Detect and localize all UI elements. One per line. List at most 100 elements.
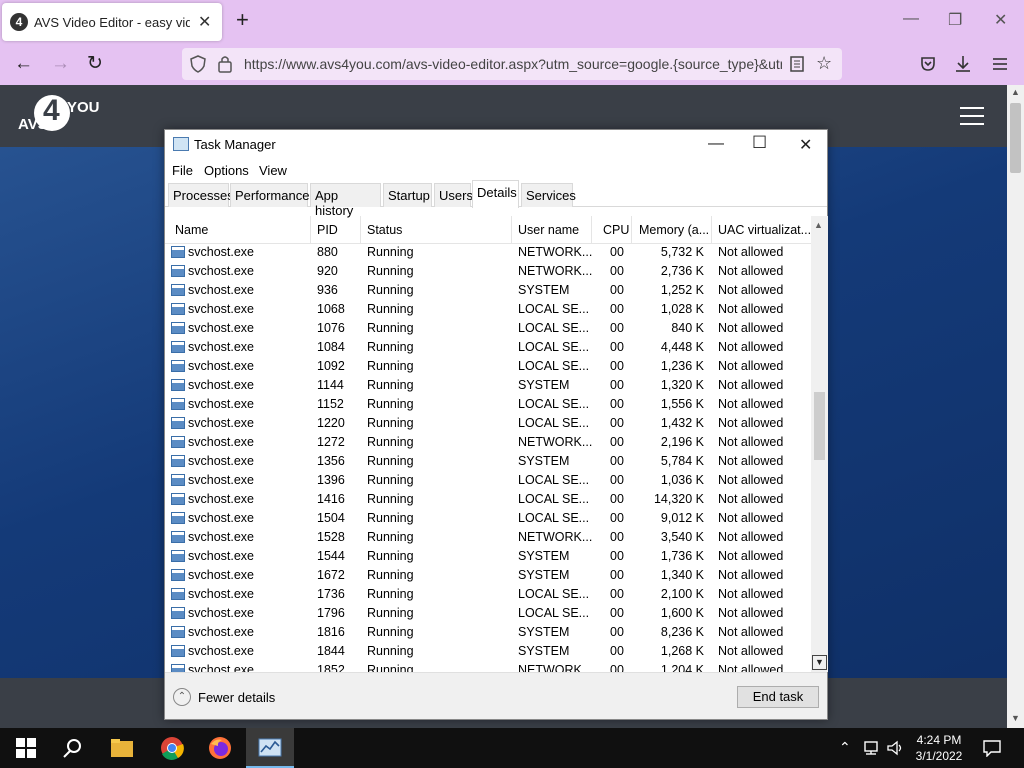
back-icon[interactable]: ← [14, 54, 33, 74]
cell-status: Running [367, 378, 414, 392]
close-window-icon[interactable]: ✕ [994, 10, 1007, 30]
table-row[interactable]: svchost.exe 1736 Running LOCAL SE... 00 2,100… [165, 585, 811, 604]
taskbar-clock[interactable]: 4:24 PM 3/1/2022 [915, 732, 963, 764]
tab-details[interactable]: Details [472, 180, 519, 208]
cell-cpu: 00 [610, 245, 624, 259]
chrome-icon[interactable] [160, 736, 184, 760]
page-scrollbar[interactable]: ▲ ▼ [1007, 85, 1024, 728]
notification-icon[interactable] [983, 739, 1001, 757]
table-row[interactable]: svchost.exe 1528 Running NETWORK... 00 3,540 … [165, 528, 811, 547]
col-name[interactable]: Name [175, 223, 208, 237]
tab-close-icon[interactable]: ✕ [198, 12, 211, 32]
table-row[interactable]: svchost.exe 1144 Running SYSTEM 00 1,320 K Not… [165, 376, 811, 395]
avs4you-logo[interactable]: 4 AVS YOU [18, 94, 100, 139]
volume-icon[interactable] [886, 740, 904, 756]
col-pid[interactable]: PID [317, 223, 338, 237]
col-memory[interactable]: Memory (a... [639, 223, 709, 237]
table-row[interactable]: svchost.exe 1852 Running NETWORK... 00 1,204 … [165, 661, 811, 672]
shield-icon[interactable] [190, 55, 206, 73]
cell-name: svchost.exe [188, 302, 255, 316]
lock-icon[interactable] [218, 55, 232, 73]
task-manager-titlebar[interactable]: Task Manager — ☐ ✕ [165, 130, 827, 160]
tab-processes[interactable]: Processes [168, 183, 234, 207]
table-scroll-down-icon[interactable]: ▼ [812, 655, 827, 670]
table-row[interactable]: svchost.exe 1076 Running LOCAL SE... 00 840 K… [165, 319, 811, 338]
network-icon[interactable] [862, 740, 880, 756]
url-text[interactable]: https://www.avs4you.com/avs-video-editor… [244, 56, 782, 72]
menu-options[interactable]: Options [204, 163, 249, 178]
col-cpu[interactable]: CPU [603, 223, 629, 237]
forward-icon[interactable]: → [51, 54, 70, 74]
menu-icon[interactable] [992, 57, 1008, 71]
cell-name: svchost.exe [188, 492, 255, 506]
cell-memory: 1,028 K [660, 302, 704, 316]
cell-cpu: 00 [610, 302, 624, 316]
table-row[interactable]: svchost.exe 1356 Running SYSTEM 00 5,784 K Not… [165, 452, 811, 471]
tm-minimize-icon[interactable]: — [708, 135, 724, 153]
reload-icon[interactable]: ↻ [87, 54, 103, 74]
cell-name: svchost.exe [188, 283, 255, 297]
table-row[interactable]: svchost.exe 1396 Running LOCAL SE... 00 1,036… [165, 471, 811, 490]
windows-start-icon[interactable] [14, 736, 38, 760]
menu-file[interactable]: File [172, 163, 193, 178]
chevron-up-icon[interactable]: ⌃ [173, 688, 191, 706]
cell-uac: Not allowed [718, 302, 784, 316]
table-row[interactable]: svchost.exe 1544 Running SYSTEM 00 1,736 K Not… [165, 547, 811, 566]
reader-icon[interactable] [790, 56, 804, 72]
table-row[interactable]: svchost.exe 1092 Running LOCAL SE... 00 1,236… [165, 357, 811, 376]
table-row[interactable]: svchost.exe 1844 Running SYSTEM 00 1,268 K Not… [165, 642, 811, 661]
table-row[interactable]: svchost.exe 1068 Running LOCAL SE... 00 1,028… [165, 300, 811, 319]
col-user-name[interactable]: User name [518, 223, 579, 237]
firefox-icon[interactable] [208, 736, 232, 760]
tray-chevron-icon[interactable]: ⌃ [839, 739, 851, 756]
fewer-details-link[interactable]: Fewer details [198, 690, 275, 705]
minimize-icon[interactable]: — [903, 10, 919, 28]
table-row[interactable]: svchost.exe 1504 Running LOCAL SE... 00 9,012… [165, 509, 811, 528]
table-row[interactable]: svchost.exe 1816 Running SYSTEM 00 8,236 K Not… [165, 623, 811, 642]
scroll-down-icon[interactable]: ▼ [1011, 713, 1020, 723]
table-row[interactable]: svchost.exe 1416 Running LOCAL SE... 00 14,32… [165, 490, 811, 509]
cell-cpu: 00 [610, 378, 624, 392]
search-icon[interactable] [61, 736, 85, 760]
table-row[interactable]: svchost.exe 1220 Running LOCAL SE... 00 1,432… [165, 414, 811, 433]
page-scroll-thumb[interactable] [1010, 103, 1021, 173]
taskbar-active-item[interactable] [246, 728, 294, 768]
tab-app-history[interactable]: App history [310, 183, 381, 218]
tab-performance[interactable]: Performance [230, 183, 309, 207]
table-row[interactable]: svchost.exe 936 Running SYSTEM 00 1,252 K Not … [165, 281, 811, 300]
tm-close-icon[interactable]: ✕ [799, 135, 812, 155]
restore-icon[interactable]: ❐ [948, 10, 962, 30]
cell-user: SYSTEM [518, 549, 570, 563]
download-icon[interactable] [955, 55, 971, 73]
table-row[interactable]: svchost.exe 880 Running NETWORK... 00 5,732 K… [165, 243, 811, 262]
star-icon[interactable]: ☆ [816, 53, 832, 74]
end-task-button[interactable]: End task [737, 686, 819, 708]
site-menu-icon[interactable] [960, 107, 984, 125]
table-row[interactable]: svchost.exe 1084 Running LOCAL SE... 00 4,448… [165, 338, 811, 357]
tab-startup[interactable]: Startup [383, 183, 432, 207]
pocket-icon[interactable] [920, 56, 936, 72]
cell-user: SYSTEM [518, 644, 570, 658]
tab-services[interactable]: Services [521, 183, 576, 207]
table-row[interactable]: svchost.exe 1152 Running LOCAL SE... 00 1,556… [165, 395, 811, 414]
col-status[interactable]: Status [367, 223, 402, 237]
col-uac[interactable]: UAC virtualizat... [718, 223, 811, 237]
table-row[interactable]: svchost.exe 1796 Running LOCAL SE... 00 1,600… [165, 604, 811, 623]
table-row[interactable]: svchost.exe 1672 Running SYSTEM 00 1,340 K Not… [165, 566, 811, 585]
cell-name: svchost.exe [188, 435, 255, 449]
table-scroll-thumb[interactable] [814, 392, 825, 460]
browser-tab[interactable]: 4 AVS Video Editor - easy video editing … [2, 3, 222, 41]
table-scroll-up-icon[interactable]: ▲ [814, 220, 823, 230]
url-bar[interactable]: https://www.avs4you.com/avs-video-editor… [182, 48, 842, 80]
menu-view[interactable]: View [259, 163, 287, 178]
scroll-up-icon[interactable]: ▲ [1011, 87, 1020, 97]
table-scrollbar[interactable]: ▲ ▼ [811, 216, 828, 672]
tab-users[interactable]: Users [434, 183, 473, 207]
tm-maximize-icon[interactable]: ☐ [752, 133, 767, 153]
table-row[interactable]: svchost.exe 1272 Running NETWORK... 00 2,196 … [165, 433, 811, 452]
file-explorer-icon[interactable] [110, 736, 134, 760]
new-tab-button[interactable]: + [236, 9, 249, 31]
cell-cpu: 00 [610, 606, 624, 620]
task-manager-icon [258, 738, 282, 757]
table-row[interactable]: svchost.exe 920 Running NETWORK... 00 2,736 K… [165, 262, 811, 281]
